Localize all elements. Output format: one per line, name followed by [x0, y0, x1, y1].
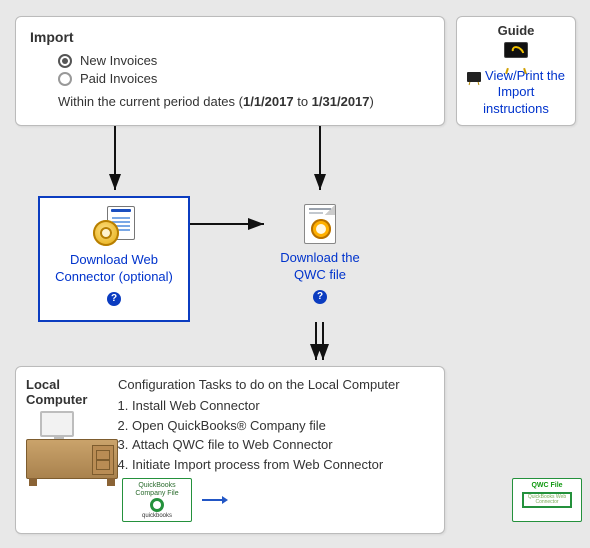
- local-computer-panel: Local Computer Configuration Tasks to do…: [15, 366, 445, 534]
- radio-row-paid-invoices[interactable]: Paid Invoices: [58, 71, 430, 86]
- mini-qwc-file-inner: QuickBooks Web Connector: [522, 492, 572, 508]
- qwc-file-icon: [304, 204, 336, 244]
- import-panel: Import New Invoices Paid Invoices Within…: [15, 16, 445, 126]
- mini-qwc-file: QWC File QuickBooks Web Connector: [512, 478, 582, 522]
- mini-arrow-icon: [202, 494, 502, 506]
- local-computer-title: Local Computer: [26, 377, 118, 407]
- import-title: Import: [30, 29, 430, 45]
- period-end: 1/31/2017: [312, 94, 370, 109]
- help-icon-web-connector[interactable]: ?: [107, 292, 121, 306]
- radio-paid-invoices[interactable]: [58, 72, 72, 86]
- mini-company-file-line2: Company File: [125, 490, 189, 498]
- period-to: to: [294, 94, 312, 109]
- download-web-connector-box: Download Web Connector (optional) ?: [38, 196, 190, 322]
- radio-new-invoices[interactable]: [58, 54, 72, 68]
- period-line: Within the current period dates (1/1/201…: [58, 94, 430, 109]
- easel-icon: [502, 42, 530, 64]
- help-icon-qwc[interactable]: ?: [313, 290, 327, 304]
- radio-row-new-invoices[interactable]: New Invoices: [58, 53, 430, 68]
- mini-diagram: QuickBooks Company File quickbooks QWC F…: [122, 478, 582, 522]
- mini-qwc-file-title: QWC File: [515, 482, 579, 490]
- download-web-connector-link[interactable]: Download Web Connector (optional): [40, 252, 188, 286]
- period-suffix: ): [370, 94, 374, 109]
- mini-company-file-line1: QuickBooks: [125, 482, 189, 490]
- guide-link-text: View/Print the Import instructions: [483, 68, 565, 116]
- easel-mini-icon: [467, 72, 481, 82]
- period-prefix: Within the current period dates (: [58, 94, 243, 109]
- local-task-4: Initiate Import process from Web Connect…: [132, 455, 582, 475]
- local-tasks-list: Install Web Connector Open QuickBooks® C…: [132, 396, 582, 474]
- desk-computer-icon: [26, 411, 118, 479]
- local-task-3: Attach QWC file to Web Connector: [132, 435, 582, 455]
- web-connector-icon: [93, 206, 135, 246]
- radio-new-invoices-label: New Invoices: [80, 53, 157, 68]
- guide-panel: Guide View/Print the Import instructions: [456, 16, 576, 126]
- radio-paid-invoices-label: Paid Invoices: [80, 71, 157, 86]
- mini-company-file: QuickBooks Company File quickbooks: [122, 478, 192, 522]
- guide-link[interactable]: View/Print the Import instructions: [463, 68, 569, 117]
- mini-company-file-foot: quickbooks: [125, 513, 189, 520]
- download-qwc-box: Download the QWC file ?: [270, 196, 370, 322]
- download-qwc-link[interactable]: Download the QWC file: [270, 250, 370, 284]
- guide-title: Guide: [463, 23, 569, 38]
- local-task-2: Open QuickBooks® Company file: [132, 416, 582, 436]
- local-task-1: Install Web Connector: [132, 396, 582, 416]
- local-tasks-title: Configuration Tasks to do on the Local C…: [118, 377, 582, 392]
- period-start: 1/1/2017: [243, 94, 294, 109]
